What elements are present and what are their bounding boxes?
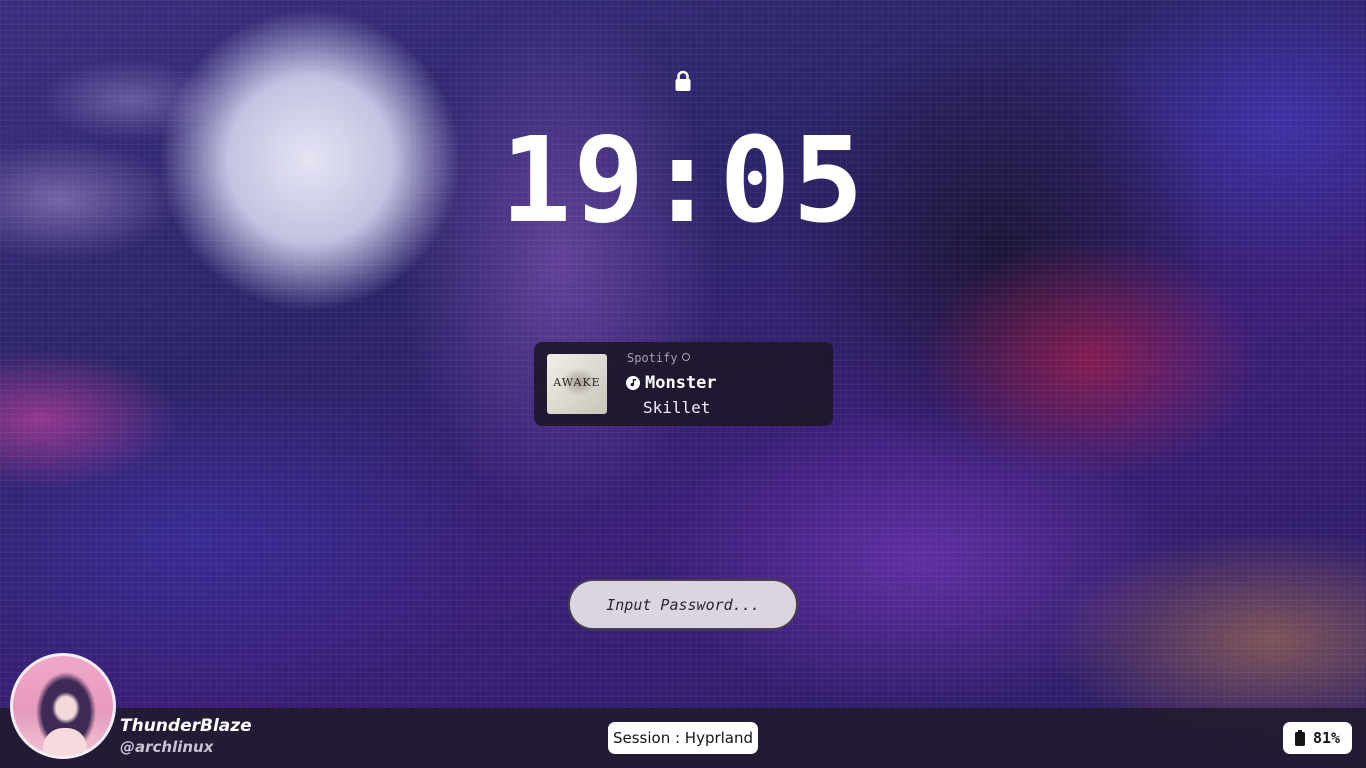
lock-icon	[675, 70, 691, 91]
media-source: Spotify	[627, 351, 690, 365]
track-artist: Skillet	[643, 398, 711, 417]
album-art: AWAKE	[547, 354, 607, 414]
music-note-icon	[626, 376, 640, 390]
battery-icon	[1294, 730, 1305, 746]
media-title-row: Monster	[626, 372, 717, 394]
spotify-icon	[681, 353, 690, 361]
media-player-card[interactable]: AWAKE Spotify Monster Skillet	[534, 342, 833, 426]
clock: 19:05	[500, 111, 866, 249]
track-title: Monster	[645, 373, 717, 393]
user-handle: @archlinux	[120, 738, 214, 756]
avatar	[10, 653, 116, 759]
album-art-title: AWAKE	[553, 376, 601, 389]
user-name: ThunderBlaze	[120, 716, 252, 736]
media-source-label: Spotify	[627, 351, 678, 365]
session-badge[interactable]: Session : Hyprland	[608, 722, 758, 754]
avatar-figure	[43, 728, 87, 756]
battery-level: 81%	[1312, 729, 1341, 747]
password-input[interactable]	[568, 579, 798, 630]
battery-badge: 81%	[1283, 722, 1352, 754]
